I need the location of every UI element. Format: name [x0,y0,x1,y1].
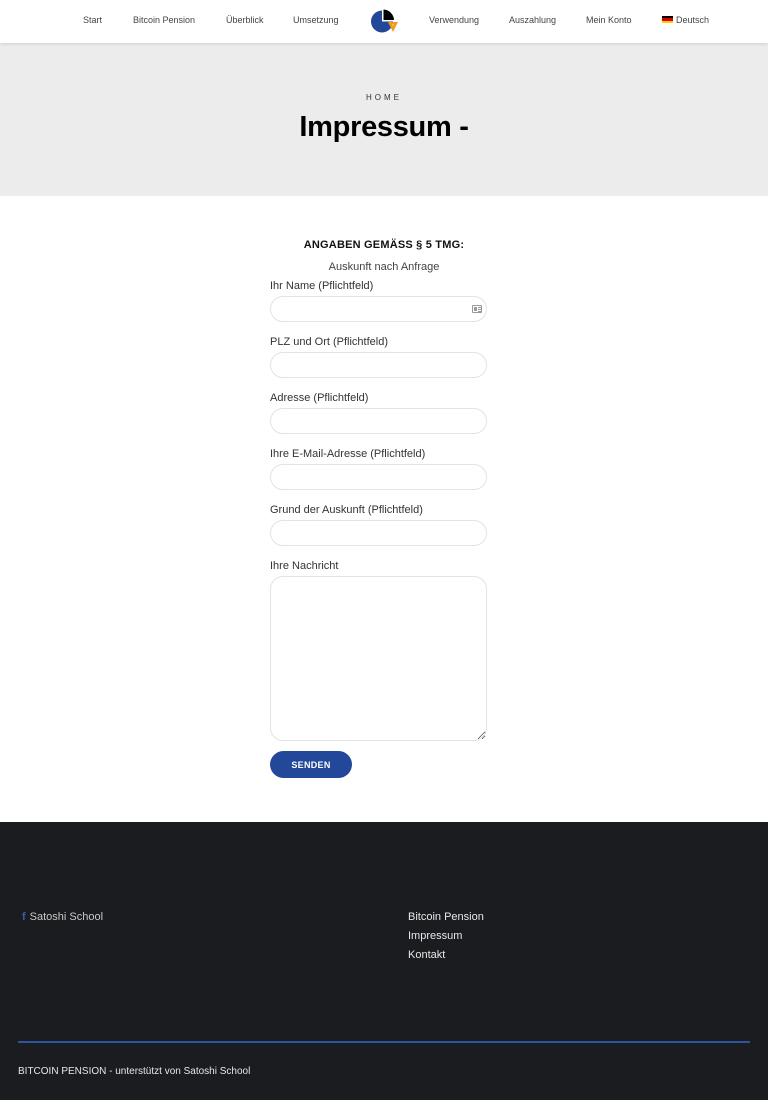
section-heading: ANGABEN GEMÄSS § 5 TMG: [303,239,465,251]
address-input[interactable] [270,408,487,434]
german-flag-icon [662,16,673,23]
nav-item-umsetzung[interactable]: Umsetzung [293,15,339,25]
facebook-icon: f [22,911,26,923]
section-subheading: Auskunft nach Anfrage [328,261,440,273]
footer-link-impressum[interactable]: Impressum [408,930,462,942]
footer: f Satoshi School Bitcoin Pension Impressu… [0,822,768,1100]
copyright-text: BITCOIN PENSION - unterstützt von Satosh… [18,1066,251,1077]
email-label: Ihre E-Mail-Adresse (Pflichtfeld) [270,448,426,460]
footer-link-kontakt[interactable]: Kontakt [408,949,445,961]
nav-item-verwendung[interactable]: Verwendung [429,15,479,25]
nav-item-mein-konto[interactable]: Mein Konto [586,15,632,25]
footer-link-bitcoin-pension[interactable]: Bitcoin Pension [408,911,484,923]
send-button[interactable]: SENDEN [270,751,352,778]
name-label: Ihr Name (Pflichtfeld) [270,280,374,292]
page-title: Impressum - [299,111,469,143]
main-content: ANGABEN GEMÄSS § 5 TMG: Auskunft nach An… [0,196,768,822]
facebook-link[interactable]: f Satoshi School [22,911,103,923]
message-textarea[interactable] [270,576,487,741]
language-label: Deutsch [676,15,710,25]
pie-chart-logo-icon [371,9,398,33]
name-input[interactable] [270,296,487,322]
home-logo-link[interactable] [370,9,398,34]
language-switcher[interactable]: Deutsch [662,15,709,25]
page-header: HOME Impressum - [0,43,768,196]
nav-item-ueberblick[interactable]: Überblick [226,15,264,25]
footer-divider [18,1041,750,1043]
reason-input[interactable] [270,520,487,546]
message-label: Ihre Nachricht [270,560,339,572]
top-navigation: Start Bitcoin Pension Überblick Umsetzun… [0,0,768,43]
facebook-link-label: Satoshi School [29,911,104,923]
nav-item-start[interactable]: Start [83,15,102,25]
email-input[interactable] [270,464,487,490]
reason-label: Grund der Auskunft (Pflichtfeld) [270,504,423,516]
nav-item-bitcoin-pension[interactable]: Bitcoin Pension [133,15,195,25]
address-label: Adresse (Pflichtfeld) [270,392,369,404]
contact-card-icon[interactable] [472,305,482,313]
breadcrumb[interactable]: HOME [0,93,768,102]
plz-ort-label: PLZ und Ort (Pflichtfeld) [270,336,388,348]
nav-item-auszahlung[interactable]: Auszahlung [509,15,556,25]
plz-ort-input[interactable] [270,352,487,378]
